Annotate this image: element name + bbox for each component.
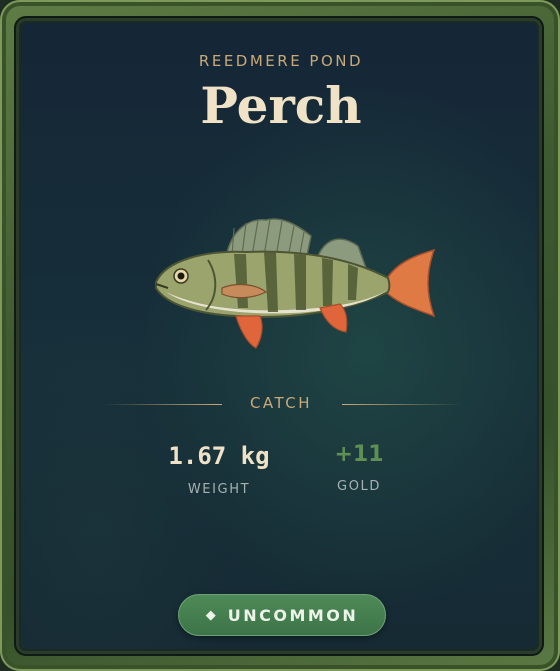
weight-value: 1.67 kg xyxy=(168,442,270,470)
diamond-icon: ◆ xyxy=(205,607,216,623)
fish-card: REEDMERE POND Perch CATCH 1.67 kg WEIGHT… xyxy=(14,16,544,656)
fish-name: Perch xyxy=(200,76,362,135)
rarity-label: UNCOMMON xyxy=(227,605,359,625)
card-frame: REEDMERE POND Perch CATCH 1.67 kg WEIGHT… xyxy=(0,0,560,671)
gold-stat: +11 GOLD xyxy=(279,442,439,494)
catch-divider: CATCH xyxy=(16,394,542,416)
rarity-badge: ◆ UNCOMMON xyxy=(178,594,386,636)
location-label: REEDMERE POND xyxy=(198,52,364,70)
weight-label: WEIGHT xyxy=(187,482,251,497)
catch-divider-line-right xyxy=(342,404,462,405)
weight-stat: 1.67 kg WEIGHT xyxy=(139,442,299,497)
perch-fish-illustration xyxy=(155,218,436,349)
gold-label: GOLD xyxy=(337,479,381,494)
catch-label: CATCH xyxy=(249,394,313,412)
gold-value: +11 xyxy=(334,442,384,467)
